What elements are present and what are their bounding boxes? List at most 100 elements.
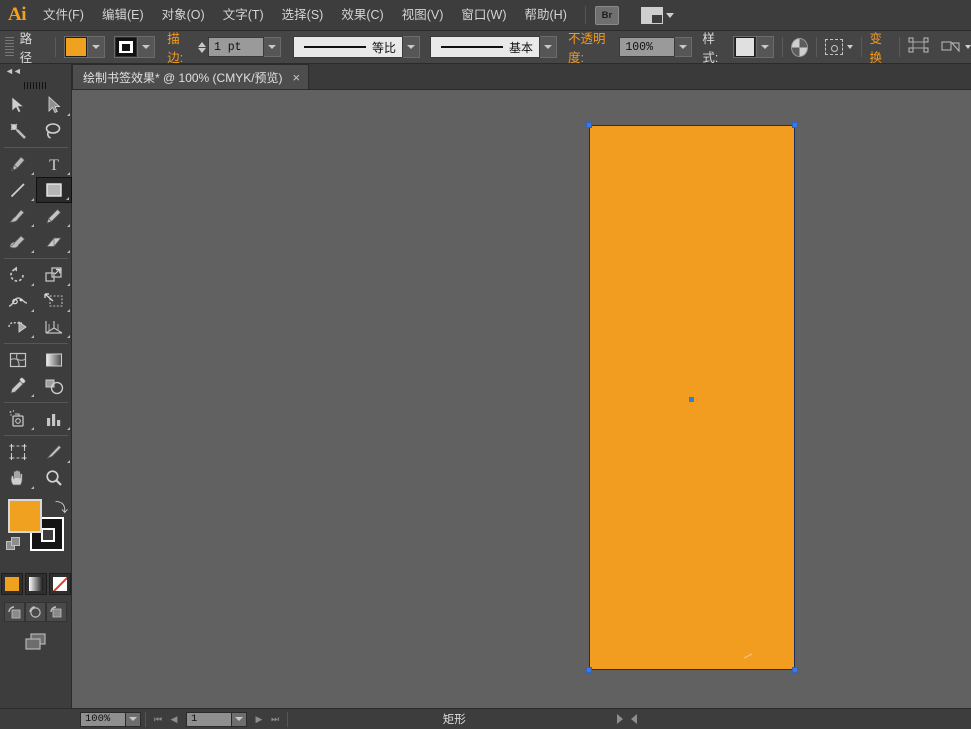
swap-fill-stroke-icon[interactable]: ⤵ (55, 497, 68, 516)
menu-file[interactable]: 文件(F) (34, 0, 93, 31)
tool-free-transform[interactable] (36, 288, 72, 314)
selection-handle-bottom-right[interactable] (792, 667, 798, 673)
first-page-icon[interactable]: ⏮ (150, 711, 166, 728)
distribute-button[interactable] (941, 39, 971, 55)
stepper-down-icon[interactable] (197, 47, 206, 53)
brush-definition-dropdown[interactable] (539, 36, 557, 58)
graphic-style-select[interactable] (733, 36, 775, 58)
prev-page-icon[interactable]: ◀ (166, 711, 182, 728)
opacity-field-group[interactable]: 100% (619, 37, 693, 57)
tool-blend[interactable] (36, 373, 72, 399)
selection-handle-top-right[interactable] (792, 122, 798, 128)
tool-paintbrush[interactable] (0, 203, 36, 229)
stroke-swatch[interactable] (114, 36, 139, 58)
tool-pen[interactable] (0, 151, 36, 177)
zoom-dropdown[interactable] (126, 711, 141, 727)
tool-symbol-sprayer[interactable] (0, 406, 36, 432)
graphic-style-dropdown[interactable] (757, 36, 775, 58)
default-fill-stroke-icon[interactable] (6, 537, 21, 552)
fill-swatch-group[interactable] (64, 36, 106, 58)
tools-panel-header[interactable]: ◄◄ (0, 64, 71, 78)
tool-artboard[interactable] (0, 439, 36, 465)
transform-button[interactable]: 变换 (869, 28, 892, 67)
screen-mode-button[interactable] (23, 632, 49, 657)
fill-dropdown-button[interactable] (88, 36, 106, 58)
tool-type[interactable]: T (36, 151, 72, 177)
next-page-icon[interactable]: ▶ (251, 711, 267, 728)
stepper-arrows[interactable] (197, 41, 206, 53)
collapse-status-icon[interactable] (630, 714, 637, 724)
brush-definition-value[interactable]: 基本 (429, 36, 540, 58)
tool-gradient[interactable] (36, 347, 72, 373)
selection-handle-top-left[interactable] (586, 122, 592, 128)
paint-none-button[interactable] (48, 573, 71, 595)
stroke-profile-dropdown[interactable] (402, 36, 420, 58)
menu-edit[interactable]: 编辑(E) (93, 0, 153, 31)
opacity-dropdown[interactable] (675, 37, 693, 57)
stroke-weight-stepper[interactable]: 1 pt (197, 37, 281, 57)
tool-eraser[interactable] (36, 229, 72, 255)
close-icon[interactable]: × (293, 71, 301, 84)
page-control[interactable]: 1 (186, 711, 247, 727)
opacity-input[interactable]: 100% (619, 37, 676, 57)
last-page-icon[interactable]: ⏭ (267, 711, 283, 728)
tool-width[interactable] (0, 288, 36, 314)
document-tab[interactable]: 绘制书签效果* @ 100% (CMYK/预览) × (72, 64, 310, 89)
page-dropdown[interactable] (232, 711, 247, 727)
bridge-button[interactable]: Br (594, 5, 619, 25)
toolbar-fill-swatch[interactable] (8, 499, 42, 533)
menu-effect[interactable]: 效果(C) (332, 0, 392, 31)
tool-direct-selection[interactable] (36, 92, 72, 118)
stroke-swatch-group[interactable] (114, 36, 156, 58)
selection-handle-bottom-left[interactable] (586, 667, 592, 673)
tool-blob-brush[interactable] (0, 229, 36, 255)
page-input[interactable]: 1 (186, 711, 232, 727)
tool-rectangle[interactable] (36, 177, 72, 203)
tool-perspective-grid[interactable] (36, 314, 72, 340)
fill-swatch[interactable] (64, 36, 89, 58)
menu-help[interactable]: 帮助(H) (516, 0, 576, 31)
tool-magic-wand[interactable] (0, 118, 36, 144)
tool-selection[interactable] (0, 92, 36, 118)
collapse-panel-icon[interactable]: ◄◄ (5, 66, 22, 76)
draw-normal-button[interactable] (4, 602, 25, 622)
tool-line-segment[interactable] (0, 177, 36, 203)
expand-status-icon[interactable] (616, 714, 623, 724)
menu-select[interactable]: 选择(S) (273, 0, 333, 31)
opacity-circle-icon[interactable] (790, 37, 808, 57)
control-bar-grip[interactable] (5, 37, 14, 57)
zoom-control[interactable]: 100% (80, 711, 141, 727)
paint-gradient-button[interactable] (24, 573, 47, 595)
tool-hand[interactable] (0, 465, 36, 491)
menu-window[interactable]: 窗口(W) (452, 0, 515, 31)
paint-color-button[interactable] (0, 573, 23, 595)
stroke-profile-select[interactable]: 等比 (292, 36, 420, 58)
tool-column-graph[interactable] (36, 406, 72, 432)
draw-inside-button[interactable] (46, 602, 67, 622)
align-button[interactable] (908, 37, 929, 58)
workspace-switcher[interactable] (640, 6, 674, 24)
tool-zoom[interactable] (36, 465, 72, 491)
draw-behind-button[interactable] (25, 602, 46, 622)
stroke-dropdown-button[interactable] (138, 36, 156, 58)
zoom-input[interactable]: 100% (80, 711, 126, 727)
tools-panel-grip[interactable] (0, 78, 71, 92)
tool-pencil[interactable] (36, 203, 72, 229)
stroke-weight-dropdown[interactable] (263, 37, 281, 57)
menu-view[interactable]: 视图(V) (393, 0, 453, 31)
menu-object[interactable]: 对象(O) (153, 0, 214, 31)
brush-definition-select[interactable]: 基本 (429, 36, 557, 58)
tool-eyedropper[interactable] (0, 373, 36, 399)
stepper-up-icon[interactable] (197, 41, 206, 47)
stroke-profile-value[interactable]: 等比 (292, 36, 403, 58)
tool-rotate[interactable] (0, 262, 36, 288)
artboard-canvas[interactable] (72, 90, 971, 708)
tool-scale[interactable] (36, 262, 72, 288)
tool-shape-builder[interactable] (0, 314, 36, 340)
stroke-weight-input[interactable]: 1 pt (207, 37, 264, 57)
tool-lasso[interactable] (36, 118, 72, 144)
tool-slice[interactable] (36, 439, 72, 465)
opacity-label[interactable]: 不透明度: (567, 28, 615, 67)
select-similar-button[interactable] (824, 39, 853, 55)
menu-type[interactable]: 文字(T) (214, 0, 273, 31)
